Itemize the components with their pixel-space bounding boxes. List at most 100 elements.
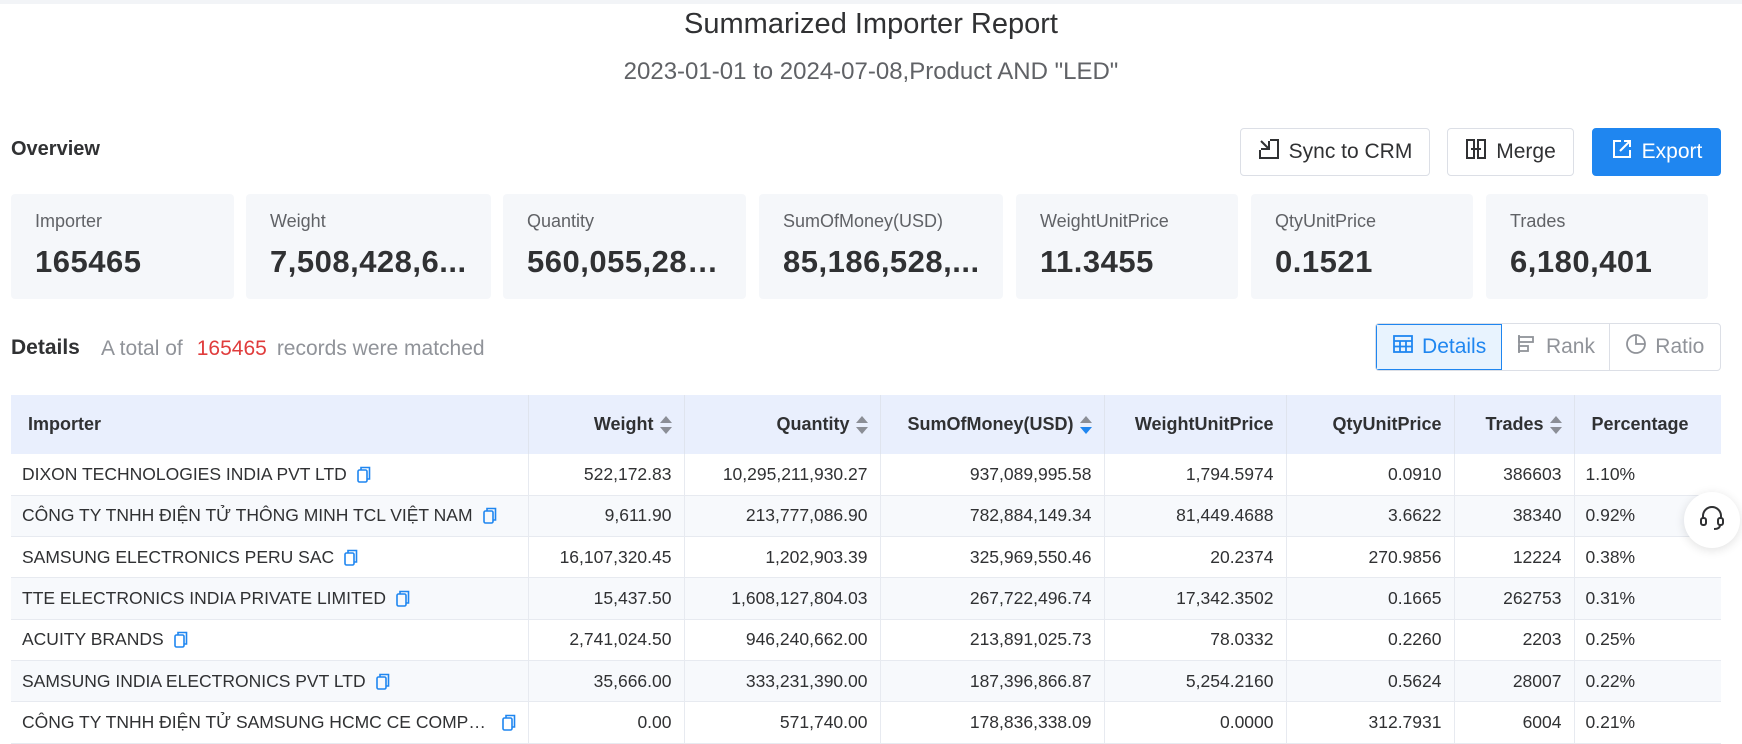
headset-icon bbox=[1698, 504, 1726, 537]
column-header-importer[interactable]: Importer bbox=[11, 395, 529, 454]
copy-icon[interactable] bbox=[501, 714, 516, 731]
table-header-row: Importer Weight Quantity SumOfMoney(USD)… bbox=[11, 395, 1721, 454]
table-row: SAMSUNG ELECTRONICS PERU SAC 16,107,320.4… bbox=[11, 536, 1721, 579]
cell-weight: 522,172.83 bbox=[528, 454, 685, 496]
rank-bars-icon bbox=[1516, 333, 1546, 361]
tab-rank[interactable]: Rank bbox=[1502, 324, 1610, 370]
records-matched-text: A total of 165465 records were matched bbox=[101, 337, 485, 361]
cell-trades: 38340 bbox=[1454, 495, 1575, 538]
stat-card-weightunitprice: WeightUnitPrice 11.3455 bbox=[1016, 194, 1238, 299]
cell-weight: 35,666.00 bbox=[528, 660, 685, 703]
cell-trades: 28007 bbox=[1454, 660, 1575, 703]
cell-trades: 386603 bbox=[1454, 454, 1575, 496]
stat-label: QtyUnitPrice bbox=[1275, 211, 1377, 231]
column-header-weight[interactable]: Weight bbox=[528, 395, 685, 454]
cell-importer: TTE ELECTRONICS INDIA PRIVATE LIMITED bbox=[11, 577, 529, 620]
pie-icon bbox=[1625, 333, 1655, 361]
importer-name[interactable]: ACUITY BRANDS bbox=[22, 629, 164, 650]
copy-icon[interactable] bbox=[344, 549, 358, 566]
cell-sumofmoney: 782,884,149.34 bbox=[880, 495, 1105, 538]
cell-weightunitprice: 78.0332 bbox=[1104, 619, 1287, 661]
copy-icon[interactable] bbox=[375, 673, 390, 690]
merge-button[interactable]: Merge bbox=[1447, 128, 1574, 176]
sort-icon[interactable] bbox=[1549, 415, 1562, 435]
support-button[interactable] bbox=[1684, 492, 1740, 548]
column-header-weightunitprice[interactable]: WeightUnitPrice bbox=[1104, 395, 1287, 454]
overview-heading: Overview bbox=[11, 138, 100, 160]
stat-label: WeightUnitPrice bbox=[1040, 211, 1169, 231]
importer-name[interactable]: SAMSUNG INDIA ELECTRONICS PVT LTD bbox=[22, 671, 366, 692]
cell-sumofmoney: 213,891,025.73 bbox=[880, 619, 1105, 661]
cell-weightunitprice: 20.2374 bbox=[1104, 536, 1287, 579]
stat-label: Weight bbox=[270, 211, 326, 231]
cell-sumofmoney: 937,089,995.58 bbox=[880, 454, 1105, 496]
cell-importer: SAMSUNG ELECTRONICS PERU SAC bbox=[11, 536, 529, 579]
table-row: ACUITY BRANDS 2,741,024.50 946,240,662.00 2… bbox=[11, 619, 1721, 661]
column-header-sumofmoney[interactable]: SumOfMoney(USD) bbox=[880, 395, 1105, 454]
importer-name[interactable]: CÔNG TY TNHH ĐIỆN TỬ SAMSUNG HCMC CE COM… bbox=[22, 712, 492, 733]
cell-quantity: 10,295,211,930.27 bbox=[684, 454, 881, 496]
cell-percentage: 0.22% bbox=[1574, 660, 1721, 703]
cell-qtyunitprice: 0.0910 bbox=[1286, 454, 1455, 496]
sort-icon[interactable] bbox=[855, 415, 868, 435]
cell-trades: 2203 bbox=[1454, 619, 1575, 661]
copy-icon[interactable] bbox=[396, 590, 410, 607]
cell-sumofmoney: 325,969,550.46 bbox=[880, 536, 1105, 579]
tab-details[interactable]: Details bbox=[1376, 324, 1503, 370]
sort-icon[interactable] bbox=[659, 415, 672, 435]
table-row: SAMSUNG INDIA ELECTRONICS PVT LTD 35,666.… bbox=[11, 660, 1721, 703]
importer-name[interactable]: CÔNG TY TNHH ĐIỆN TỬ THÔNG MINH TCL VIỆT… bbox=[22, 505, 473, 526]
cell-importer: ACUITY BRANDS bbox=[11, 619, 529, 661]
export-button[interactable]: Export bbox=[1592, 128, 1721, 176]
table-row: CÔNG TY TNHH ĐIỆN TỬ SAMSUNG HCMC CE COM… bbox=[11, 701, 1721, 744]
column-header-percentage[interactable]: Percentage bbox=[1574, 395, 1721, 454]
cell-sumofmoney: 187,396,866.87 bbox=[880, 660, 1105, 703]
cell-quantity: 1,202,903.39 bbox=[684, 536, 881, 579]
tab-ratio[interactable]: Ratio bbox=[1610, 324, 1720, 370]
importer-name[interactable]: DIXON TECHNOLOGIES INDIA PVT LTD bbox=[22, 464, 347, 485]
cell-qtyunitprice: 0.2260 bbox=[1286, 619, 1455, 661]
stat-label: Importer bbox=[35, 211, 103, 231]
tab-ratio-label: Ratio bbox=[1655, 335, 1705, 358]
cell-weight: 9,611.90 bbox=[528, 495, 685, 538]
cell-qtyunitprice: 312.7931 bbox=[1286, 701, 1455, 744]
copy-icon[interactable] bbox=[356, 466, 371, 483]
cell-quantity: 946,240,662.00 bbox=[684, 619, 881, 661]
cell-quantity: 1,608,127,804.03 bbox=[684, 577, 881, 620]
stat-value: 165465 bbox=[35, 244, 142, 279]
cell-sumofmoney: 267,722,496.74 bbox=[880, 577, 1105, 620]
column-header-trades[interactable]: Trades bbox=[1454, 395, 1575, 454]
stat-value: 11.3455 bbox=[1040, 244, 1154, 279]
cell-importer: CÔNG TY TNHH ĐIỆN TỬ THÔNG MINH TCL VIỆT… bbox=[11, 495, 529, 538]
column-header-qtyunitprice[interactable]: QtyUnitPrice bbox=[1286, 395, 1455, 454]
cell-quantity: 571,740.00 bbox=[684, 701, 881, 744]
export-icon bbox=[1611, 138, 1642, 166]
importer-name[interactable]: TTE ELECTRONICS INDIA PRIVATE LIMITED bbox=[22, 588, 386, 609]
cell-percentage: 1.10% bbox=[1574, 454, 1721, 496]
cell-sumofmoney: 178,836,338.09 bbox=[880, 701, 1105, 744]
cell-qtyunitprice: 270.9856 bbox=[1286, 536, 1455, 579]
stat-card-importer: Importer 165465 bbox=[11, 194, 234, 299]
sort-desc-icon[interactable] bbox=[1079, 415, 1092, 435]
cell-weightunitprice: 81,449.4688 bbox=[1104, 495, 1287, 538]
cell-weight: 15,437.50 bbox=[528, 577, 685, 620]
table-row: CÔNG TY TNHH ĐIỆN TỬ THÔNG MINH TCL VIỆT… bbox=[11, 495, 1721, 538]
cell-percentage: 0.25% bbox=[1574, 619, 1721, 661]
copy-icon[interactable] bbox=[482, 507, 497, 525]
stat-card-sumofmoney: SumOfMoney(USD) 85,186,528,... bbox=[759, 194, 1003, 299]
stat-value: 6,180,401 bbox=[1510, 244, 1653, 279]
merge-label: Merge bbox=[1496, 140, 1556, 163]
cell-qtyunitprice: 0.1665 bbox=[1286, 577, 1455, 620]
records-prefix: A total of bbox=[101, 337, 183, 360]
table-row: DIXON TECHNOLOGIES INDIA PVT LTD 522,172.… bbox=[11, 454, 1721, 496]
column-header-quantity[interactable]: Quantity bbox=[684, 395, 881, 454]
cell-weightunitprice: 5,254.2160 bbox=[1104, 660, 1287, 703]
stat-card-qtyunitprice: QtyUnitPrice 0.1521 bbox=[1251, 194, 1473, 299]
sync-to-crm-button[interactable]: Sync to CRM bbox=[1240, 128, 1430, 176]
importer-name[interactable]: SAMSUNG ELECTRONICS PERU SAC bbox=[22, 547, 334, 568]
copy-icon[interactable] bbox=[173, 631, 188, 649]
cell-weight: 0.00 bbox=[528, 701, 685, 744]
table-grid-icon bbox=[1392, 333, 1422, 361]
cell-percentage: 0.31% bbox=[1574, 577, 1721, 620]
cell-weight: 16,107,320.45 bbox=[528, 536, 685, 579]
